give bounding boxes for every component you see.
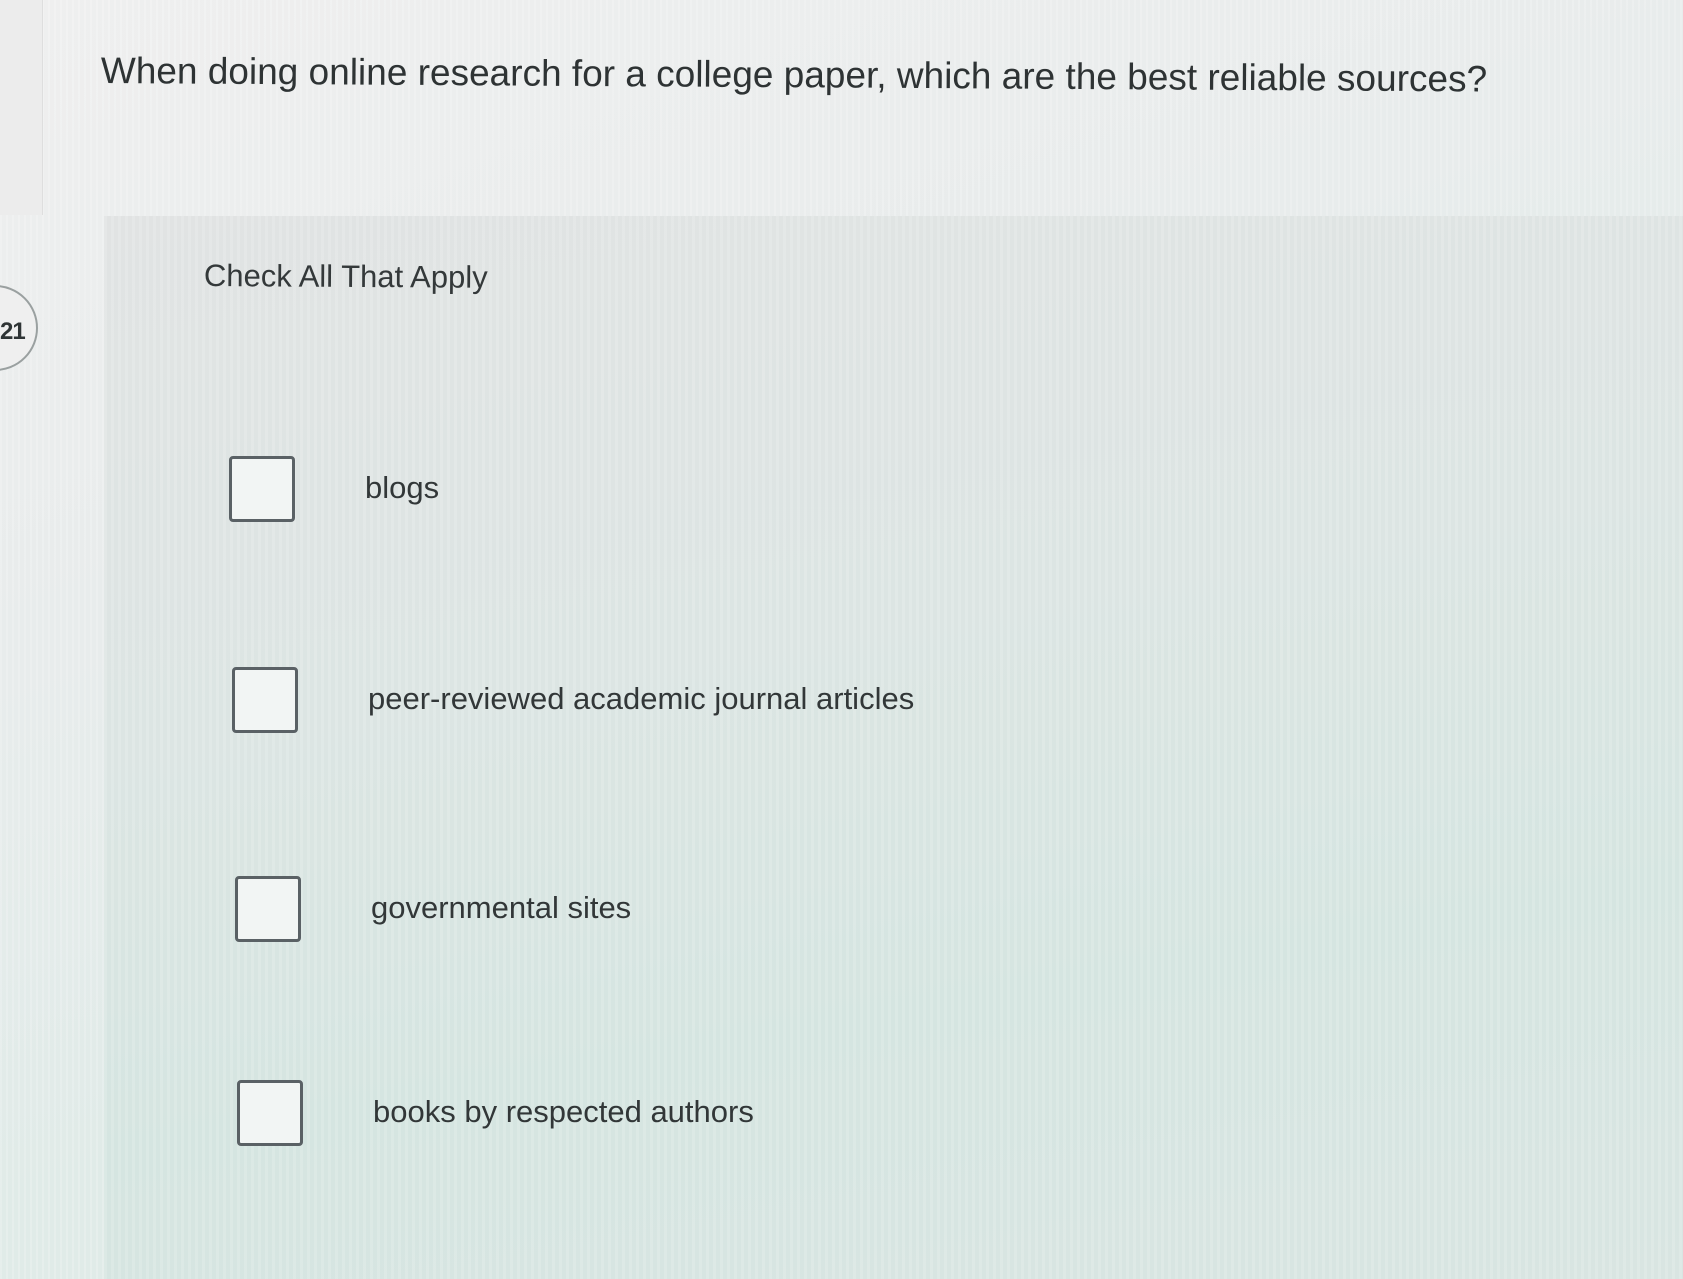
- option-label[interactable]: governmental sites: [371, 890, 631, 926]
- question-page: 21 When doing online research for a coll…: [0, 0, 1683, 1279]
- answer-option-blogs[interactable]: blogs: [229, 456, 1429, 546]
- option-label[interactable]: blogs: [365, 470, 439, 506]
- checkbox-journal-articles[interactable]: [232, 667, 298, 733]
- instruction-text: Check All That Apply: [203, 258, 488, 295]
- answer-option-journal-articles[interactable]: peer-reviewed academic journal articles: [232, 667, 1432, 757]
- option-label[interactable]: books by respected authors: [373, 1094, 754, 1130]
- checkbox-blogs[interactable]: [229, 456, 295, 522]
- answer-option-books[interactable]: books by respected authors: [237, 1080, 1437, 1170]
- question-number: 21: [0, 318, 26, 345]
- checkbox-governmental-sites[interactable]: [235, 876, 301, 942]
- option-label[interactable]: peer-reviewed academic journal articles: [368, 681, 914, 717]
- checkbox-books[interactable]: [237, 1080, 303, 1146]
- left-rail: [0, 0, 43, 215]
- question-text: When doing online research for a college…: [100, 50, 1488, 100]
- answer-option-governmental-sites[interactable]: governmental sites: [235, 876, 1435, 966]
